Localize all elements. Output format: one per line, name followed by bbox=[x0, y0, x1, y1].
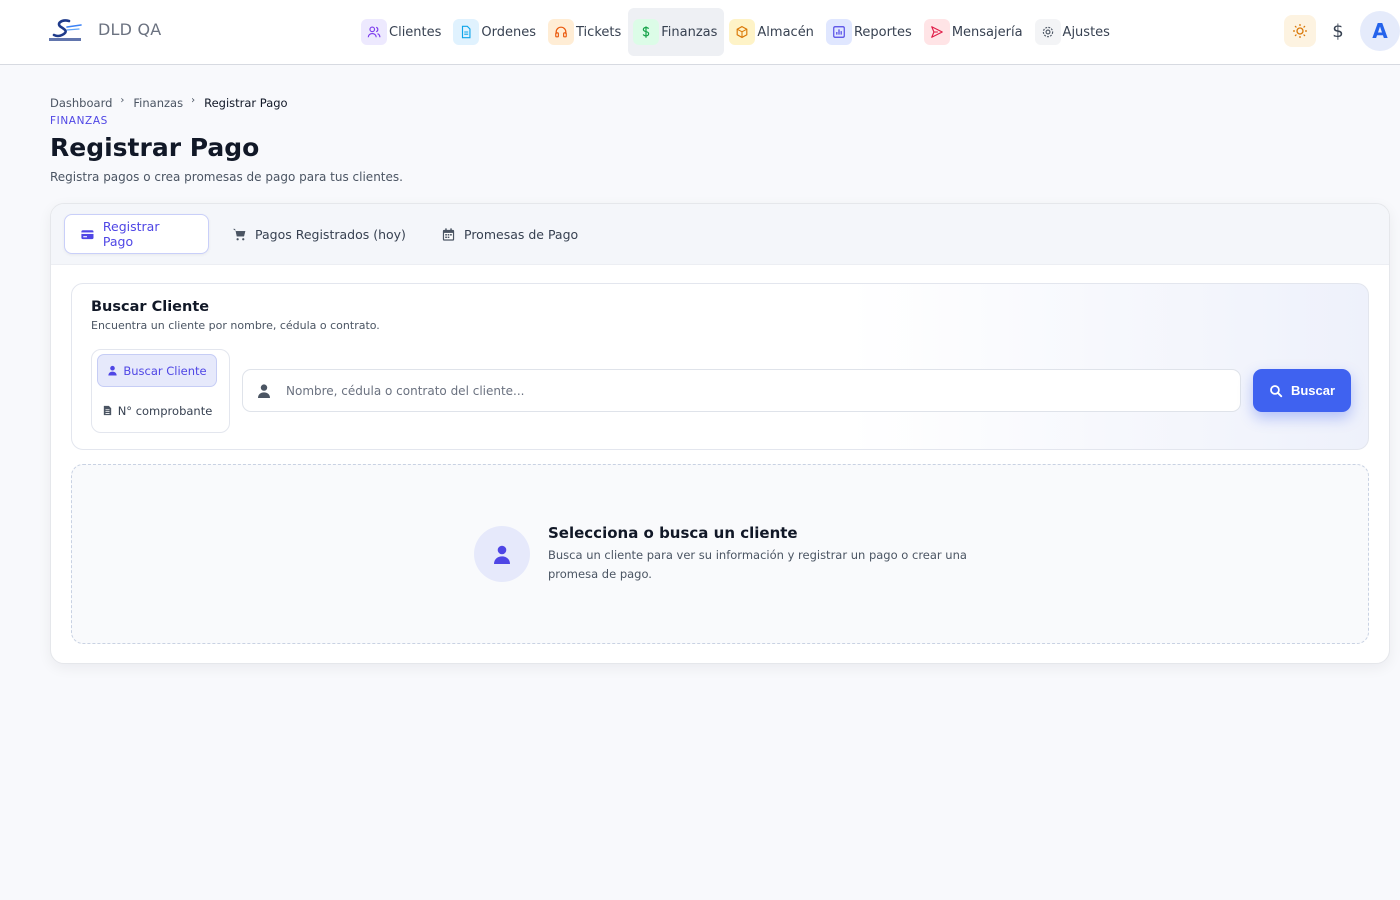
search-client-panel: Buscar Cliente Encuentra un cliente por … bbox=[71, 283, 1369, 450]
breadcrumb: Dashboard › Finanzas › Registrar Pago bbox=[50, 94, 288, 111]
sun-icon bbox=[1293, 24, 1307, 38]
chevron-right-icon: › bbox=[191, 94, 196, 106]
tab-label: Pagos Registrados (hoy) bbox=[255, 226, 406, 242]
tab-registrar-pago[interactable]: Registrar Pago bbox=[64, 214, 209, 254]
headset-icon bbox=[548, 19, 575, 45]
app-title: DLD QA bbox=[98, 20, 162, 39]
nav-item-tickets[interactable]: Tickets bbox=[543, 8, 628, 56]
chevron-right-icon: › bbox=[120, 94, 125, 106]
empty-state-title: Selecciona o busca un cliente bbox=[548, 524, 798, 542]
breadcrumb-item-dashboard[interactable]: Dashboard bbox=[50, 96, 112, 110]
nav-item-reportes[interactable]: Reportes bbox=[821, 8, 919, 56]
avatar[interactable]: A bbox=[1360, 11, 1400, 51]
search-input[interactable] bbox=[286, 383, 1186, 398]
mode-label: Buscar Cliente bbox=[123, 363, 207, 378]
tab-label: Registrar Pago bbox=[102, 219, 160, 249]
calendar-icon bbox=[442, 227, 455, 241]
nav-label: Mensajería bbox=[951, 24, 1023, 40]
section-eyebrow: FINANZAS bbox=[50, 115, 108, 127]
search-panel-title: Buscar Cliente bbox=[91, 299, 210, 315]
tab-promesas-de-pago[interactable]: Promesas de Pago bbox=[441, 214, 578, 254]
tab-pagos-registrados[interactable]: Pagos Registrados (hoy) bbox=[232, 214, 406, 254]
box-icon bbox=[729, 19, 756, 45]
breadcrumb-item-finanzas[interactable]: Finanzas bbox=[133, 96, 183, 110]
breadcrumb-item-current: Registrar Pago bbox=[204, 96, 288, 110]
page-subtitle: Registra pagos o crea promesas de pago p… bbox=[50, 170, 403, 184]
receipt-icon bbox=[103, 405, 111, 416]
nav-item-ajustes[interactable]: Ajustes bbox=[1030, 8, 1117, 56]
currency-button[interactable]: $ bbox=[1324, 15, 1352, 47]
mode-buscar-cliente[interactable]: Buscar Cliente bbox=[97, 354, 217, 387]
cart-icon bbox=[232, 228, 246, 240]
search-panel-subtitle: Encuentra un cliente por nombre, cédula … bbox=[91, 319, 380, 332]
search-field bbox=[242, 369, 1241, 412]
nav-item-almacen[interactable]: Almacén bbox=[724, 8, 821, 56]
mode-numero-comprobante[interactable]: N° comprobante bbox=[97, 394, 217, 427]
nav-item-clientes[interactable]: Clientes bbox=[356, 8, 448, 56]
empty-state: Selecciona o busca un cliente Busca un c… bbox=[71, 464, 1369, 644]
document-icon bbox=[453, 19, 480, 45]
search-button-label: Buscar bbox=[1290, 383, 1336, 398]
nav-label: Almacén bbox=[757, 24, 814, 40]
mode-label: N° comprobante bbox=[117, 403, 213, 418]
search-button[interactable]: Buscar bbox=[1253, 369, 1351, 412]
nav-item-ordenes[interactable]: Ordenes bbox=[448, 8, 543, 56]
tab-bar: Registrar Pago Pagos Registrados (hoy) P… bbox=[51, 204, 1389, 265]
top-actions: $ A bbox=[1284, 11, 1400, 51]
user-icon bbox=[108, 365, 117, 376]
tab-label: Promesas de Pago bbox=[464, 226, 579, 242]
user-placeholder-icon bbox=[474, 526, 530, 582]
main-nav: Clientes Ordenes Tickets Finanzas Almacé… bbox=[356, 8, 1117, 56]
dollar-icon bbox=[633, 19, 660, 45]
theme-toggle-button[interactable] bbox=[1284, 15, 1316, 47]
send-icon bbox=[923, 19, 950, 45]
top-navbar: DLD QA Clientes Ordenes Tickets Finanzas bbox=[0, 0, 1400, 65]
nav-label: Ajustes bbox=[1062, 24, 1110, 40]
empty-state-text: Busca un cliente para ver su información… bbox=[548, 548, 967, 581]
payment-card: Registrar Pago Pagos Registrados (hoy) P… bbox=[50, 203, 1390, 664]
gear-icon bbox=[1034, 19, 1061, 45]
nav-label: Tickets bbox=[576, 24, 622, 40]
page-title: Registrar Pago bbox=[50, 133, 260, 162]
nav-label: Reportes bbox=[853, 24, 912, 40]
brand-logo[interactable] bbox=[47, 18, 83, 44]
nav-item-mensajeria[interactable]: Mensajería bbox=[919, 8, 1030, 56]
user-icon bbox=[258, 383, 270, 398]
credit-card-icon bbox=[81, 229, 94, 239]
nav-item-finanzas[interactable]: Finanzas bbox=[628, 8, 725, 56]
search-icon bbox=[1270, 384, 1283, 397]
chart-icon bbox=[825, 19, 852, 45]
search-mode-selector: Buscar Cliente N° comprobante bbox=[91, 349, 230, 433]
users-icon bbox=[361, 19, 387, 45]
nav-label: Clientes bbox=[389, 24, 442, 40]
nav-label: Ordenes bbox=[481, 24, 537, 40]
nav-label: Finanzas bbox=[661, 24, 718, 40]
